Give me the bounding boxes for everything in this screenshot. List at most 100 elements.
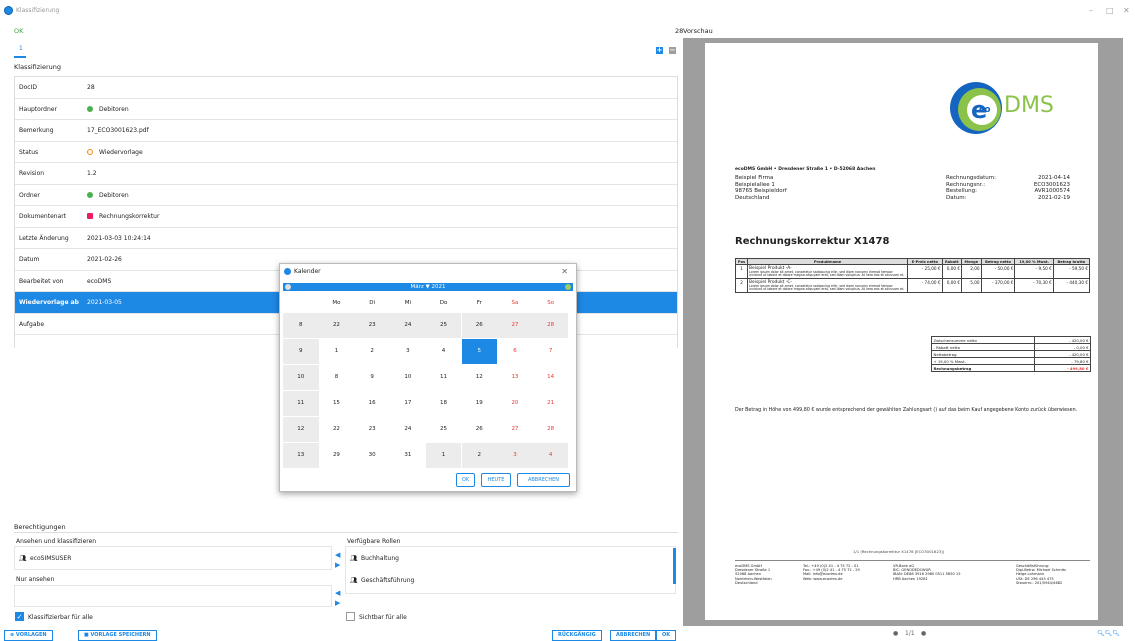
calendar-day[interactable]: 7: [533, 339, 569, 364]
move-left-icon[interactable]: ◀: [335, 551, 340, 559]
calendar-day[interactable]: 17: [390, 391, 426, 416]
calendar-day[interactable]: 4: [426, 339, 462, 364]
roles-list[interactable]: 👥︎ Buchhaltung 👥︎ Geschäftsführung: [345, 546, 676, 594]
calendar-day[interactable]: 15: [319, 391, 355, 416]
field-value[interactable]: Debitoren: [87, 191, 129, 199]
field-value[interactable]: 1.2: [87, 170, 97, 177]
field-row[interactable]: Letzte Änderung 2021-03-03 10:24:14: [15, 228, 677, 249]
calendar-day[interactable]: 8: [319, 365, 355, 390]
calendar-day[interactable]: 28: [533, 417, 569, 442]
save-template-button[interactable]: ■ VORLAGE SPEICHERN: [78, 630, 157, 641]
ok-link[interactable]: OK: [14, 27, 23, 35]
field-row[interactable]: Bemerkung 17_ECO3001623.pdf: [15, 120, 677, 142]
calendar-day[interactable]: 12: [462, 365, 498, 390]
templates-button[interactable]: ⊕ VORLAGEN: [4, 630, 53, 641]
prev-month-icon[interactable]: [285, 284, 291, 290]
logo-dms: DMS: [1004, 93, 1054, 118]
user-list[interactable]: 👥︎ ecoSIMSUSER: [14, 546, 332, 570]
move-right-icon[interactable]: ▶: [335, 561, 340, 569]
field-value[interactable]: 28: [87, 84, 95, 91]
view-only-list[interactable]: [14, 585, 332, 607]
calendar-day[interactable]: 27: [497, 313, 533, 338]
calendar-day[interactable]: 23: [354, 417, 390, 442]
maximize-button[interactable]: □: [1106, 6, 1114, 15]
calendar-cancel-button[interactable]: ABBRECHEN: [517, 473, 570, 487]
calendar-day[interactable]: 3: [497, 443, 533, 468]
calendar-day[interactable]: 9: [354, 365, 390, 390]
minimize-button[interactable]: –: [1089, 6, 1093, 15]
calendar-day[interactable]: 10: [390, 365, 426, 390]
field-value[interactable]: 2021-03-05: [87, 299, 122, 306]
undo-button[interactable]: RÜCKGÄNGIG: [552, 630, 602, 641]
calendar-day[interactable]: 18: [426, 391, 462, 416]
close-icon[interactable]: ✕: [561, 267, 568, 276]
field-row[interactable]: DocID 28: [15, 77, 677, 99]
calendar-day[interactable]: 27: [497, 417, 533, 442]
close-button[interactable]: ✕: [1123, 6, 1130, 15]
calendar-day[interactable]: 1: [319, 339, 355, 364]
visible-all-checkbox[interactable]: [346, 612, 355, 621]
field-row[interactable]: Ordner Debitoren: [15, 185, 677, 206]
table-cell: 0,00 €: [941, 263, 963, 280]
calendar-day[interactable]: 24: [390, 313, 426, 338]
calendar-day[interactable]: 11: [426, 365, 462, 390]
add-tab-button[interactable]: +: [656, 47, 663, 54]
next-page-icon[interactable]: ●: [921, 630, 926, 637]
calendar-day[interactable]: 2: [354, 339, 390, 364]
calendar-day[interactable]: 13: [497, 365, 533, 390]
calendar-day[interactable]: 24: [390, 417, 426, 442]
role-item[interactable]: Geschäftsführung: [361, 577, 414, 584]
move-right-icon[interactable]: ▶: [335, 599, 340, 607]
calendar-day[interactable]: 26: [461, 313, 497, 338]
field-value[interactable]: 2021-03-03 10:24:14: [87, 235, 151, 242]
field-value[interactable]: Rechnungskorrektur: [87, 213, 159, 220]
calendar-day[interactable]: 25: [425, 313, 462, 338]
calendar-day[interactable]: 23: [354, 313, 390, 338]
field-value[interactable]: 17_ECO3001623.pdf: [87, 127, 149, 134]
today-button[interactable]: HEUTE: [481, 473, 511, 487]
remove-tab-button[interactable]: −: [669, 47, 676, 54]
field-row[interactable]: Status Wiedervorlage: [15, 142, 677, 163]
field-row[interactable]: Dokumentenart Rechnungskorrektur: [15, 206, 677, 228]
field-value[interactable]: 2021-02-26: [87, 256, 122, 263]
field-row[interactable]: Hauptordner Debitoren: [15, 99, 677, 120]
field-value[interactable]: ecoDMS: [87, 278, 111, 285]
calendar-day[interactable]: 16: [354, 391, 390, 416]
calendar-day[interactable]: 22: [318, 313, 355, 338]
calendar-day[interactable]: 14: [533, 365, 569, 390]
calendar-day[interactable]: 29: [319, 443, 355, 468]
calendar-day[interactable]: 6: [497, 339, 533, 364]
field-value[interactable]: Wiedervorlage: [87, 148, 143, 156]
classifiable-all-checkbox[interactable]: ✓: [15, 612, 24, 621]
calendar-day[interactable]: 28: [532, 313, 569, 338]
calendar-day[interactable]: 1: [425, 443, 462, 468]
calendar-ok-button[interactable]: OK: [456, 473, 475, 487]
cancel-button[interactable]: ABBRECHEN: [610, 630, 657, 641]
zoom-icons[interactable]: 🔍︎🔍︎🔍︎: [1097, 630, 1120, 637]
tab-1[interactable]: 1: [19, 45, 23, 52]
month-year-label[interactable]: März ▼ 2021: [411, 284, 446, 290]
calendar-day[interactable]: 3: [390, 339, 426, 364]
calendar-day[interactable]: 31: [390, 443, 426, 468]
weekday-header: Di: [369, 300, 376, 306]
calendar-day[interactable]: 4: [532, 443, 569, 468]
calendar-day[interactable]: 26: [462, 417, 498, 442]
calendar-day[interactable]: 21: [533, 391, 569, 416]
field-row[interactable]: Revision 1.2: [15, 163, 677, 185]
role-item[interactable]: Buchhaltung: [361, 555, 399, 562]
calendar-day[interactable]: 19: [462, 391, 498, 416]
calendar-day[interactable]: 5: [461, 339, 497, 364]
move-left-icon[interactable]: ◀: [335, 589, 340, 597]
calendar-day[interactable]: 2: [461, 443, 497, 468]
user-name[interactable]: ecoSIMSUSER: [30, 555, 71, 562]
calendar-day[interactable]: 30: [354, 443, 390, 468]
next-month-icon[interactable]: [565, 284, 571, 290]
field-value[interactable]: Debitoren: [87, 105, 129, 113]
month-year-selector[interactable]: März ▼ 2021: [283, 283, 573, 291]
prev-page-icon[interactable]: ●: [893, 630, 898, 637]
calendar-day[interactable]: 22: [319, 417, 355, 442]
scrollbar[interactable]: [673, 548, 676, 584]
calendar-day[interactable]: 25: [426, 417, 462, 442]
calendar-day[interactable]: 20: [497, 391, 533, 416]
ok-button[interactable]: OK: [656, 630, 677, 641]
